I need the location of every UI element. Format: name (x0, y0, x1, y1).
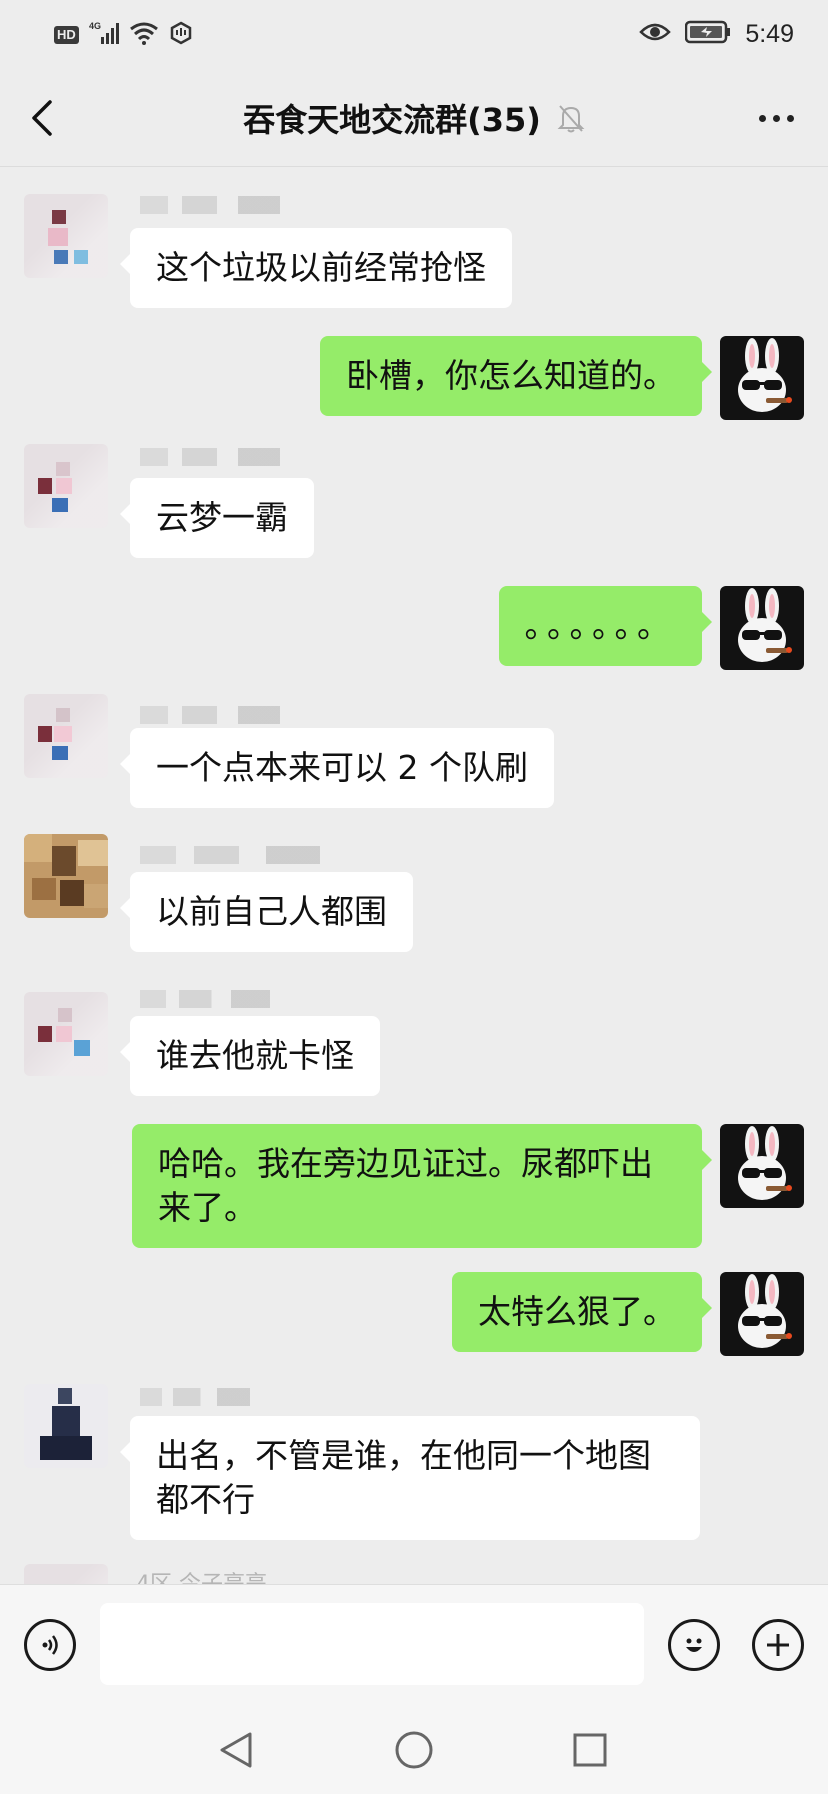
message-bubble[interactable]: 以前自己人都围 (120, 872, 413, 952)
more-options-button[interactable] (754, 98, 798, 138)
plus-icon (767, 1634, 789, 1656)
nfc-icon (169, 21, 193, 49)
message-bubble[interactable]: 。。。。。。 (498, 586, 712, 666)
chevron-left-icon (32, 100, 52, 136)
status-right: 5:49 (639, 18, 794, 50)
back-button[interactable] (22, 92, 62, 144)
sender-name-redacted (140, 846, 320, 864)
message-list[interactable]: 这个垃圾以前经常抢怪 卧槽，你怎么知道的。 云梦一霸 。。。。。。 一个点本来可… (0, 166, 828, 1584)
cellular-signal-icon: 4G (89, 20, 119, 50)
chat-title: 吞食天地交流群(35) (243, 101, 541, 139)
sender-name-redacted (140, 448, 280, 466)
voice-button[interactable] (24, 1619, 76, 1671)
hd-icon: HD (54, 26, 79, 44)
my-avatar[interactable] (720, 586, 804, 670)
bell-muted-icon (557, 105, 585, 133)
input-bar (0, 1584, 828, 1705)
wifi-icon (129, 21, 159, 49)
message-bubble[interactable]: 这个垃圾以前经常抢怪 (120, 228, 512, 308)
message-bubble[interactable]: 出名，不管是谁，在他同一个地图都不行 (120, 1416, 700, 1540)
nav-back-triangle-icon[interactable] (218, 1730, 254, 1770)
message-bubble[interactable]: 哈哈。我在旁边见证过。尿都吓出来了。 (132, 1124, 712, 1248)
signal-label: 4G (89, 21, 101, 31)
plus-button[interactable] (752, 1619, 804, 1671)
status-bar: HD 4G 5:49 (0, 0, 828, 70)
my-avatar[interactable] (720, 1124, 804, 1208)
emoji-button[interactable] (668, 1619, 720, 1671)
status-left: HD 4G (54, 20, 193, 50)
message-bubble[interactable]: 谁去他就卡怪 (120, 1016, 380, 1096)
sender-avatar[interactable] (24, 194, 108, 278)
more-dots-icon (758, 114, 766, 122)
emoji-icon (686, 1638, 702, 1652)
sender-avatar[interactable] (24, 694, 108, 778)
sender-avatar[interactable] (24, 444, 108, 528)
sender-name-redacted (140, 1388, 250, 1406)
nav-home-circle-icon[interactable] (394, 1730, 434, 1770)
message-bubble[interactable]: 卧槽，你怎么知道的。 (320, 336, 712, 416)
bunny-sunglasses-icon (738, 588, 792, 662)
eye-icon (639, 21, 672, 47)
my-avatar[interactable] (720, 1272, 804, 1356)
voice-icon (42, 1635, 58, 1655)
sender-name-redacted (140, 706, 280, 724)
sender-name-redacted (140, 990, 270, 1008)
sender-avatar[interactable] (24, 1564, 108, 1584)
bunny-sunglasses-icon (738, 1126, 792, 1200)
message-bubble[interactable]: 云梦一霸 (120, 478, 314, 558)
sender-avatar[interactable] (24, 992, 108, 1076)
battery-icon (685, 20, 731, 48)
chat-header: 吞食天地交流群(35) (0, 70, 828, 167)
nav-recents-square-icon[interactable] (572, 1732, 608, 1768)
more-dot (772, 114, 780, 122)
bunny-sunglasses-icon (738, 1274, 792, 1348)
my-avatar[interactable] (720, 336, 804, 420)
message-bubble[interactable]: 太特么狠了。 (452, 1272, 712, 1352)
sender-avatar[interactable] (24, 834, 108, 918)
more-dot (786, 114, 794, 122)
message-bubble[interactable]: 一个点本来可以 2 个队刷 (120, 728, 554, 808)
system-navigation-bar (0, 1704, 828, 1794)
sender-name-redacted (140, 196, 280, 214)
sender-avatar[interactable] (24, 1384, 108, 1468)
message-input[interactable] (100, 1603, 644, 1685)
clock-time: 5:49 (745, 19, 794, 48)
bunny-sunglasses-icon (738, 338, 792, 412)
